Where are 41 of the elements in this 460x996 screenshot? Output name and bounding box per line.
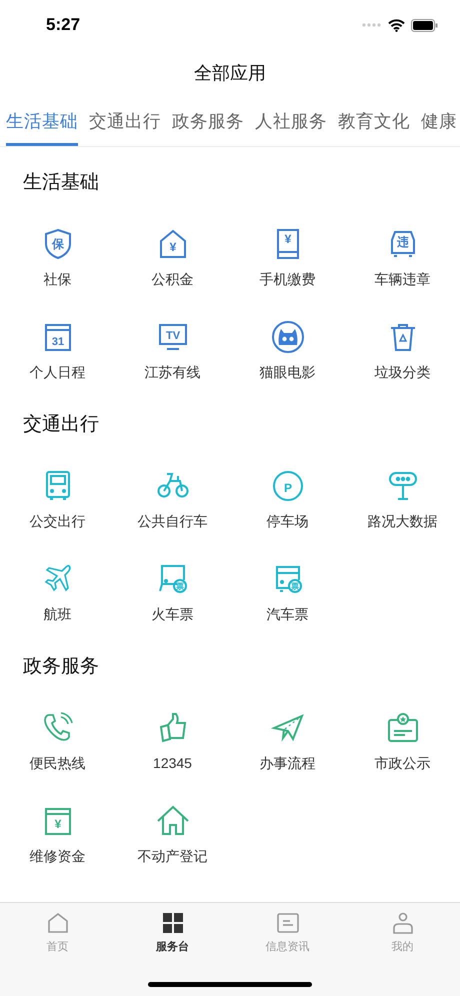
app-shortcut[interactable]: 违 车辆违章	[345, 207, 460, 300]
grid-icon	[160, 911, 184, 935]
section-heading: 交通出行	[23, 413, 99, 437]
app-shortcut[interactable]: 票 汽车票	[230, 542, 345, 635]
app-shortcut[interactable]: 猫眼电影	[230, 300, 345, 393]
app-shortcut[interactable]: 航班	[0, 542, 115, 635]
app-shortcut[interactable]: 垃圾分类	[345, 300, 460, 393]
document-icon	[276, 911, 300, 935]
section-heading: 政务服务	[23, 655, 99, 679]
app-shortcut[interactable]: 12345	[115, 691, 230, 784]
category-tab[interactable]: 生活基础	[6, 96, 78, 146]
app-shortcut[interactable]: 市政公示	[345, 691, 460, 784]
app-shortcut[interactable]: 办事流程	[230, 691, 345, 784]
app-shortcut[interactable]: 公交出行	[0, 449, 115, 542]
app-shortcut[interactable]: ¥ 公积金	[115, 207, 230, 300]
category-tab[interactable]: 政务服务	[172, 96, 244, 146]
app-shortcut[interactable]: 票 火车票	[115, 542, 230, 635]
app-shortcut[interactable]: 便民热线	[0, 691, 115, 784]
status-time: 5:27	[46, 15, 80, 35]
app-shortcut[interactable]: ¥ 手机缴费	[230, 207, 345, 300]
category-tab[interactable]: 健康	[421, 96, 457, 146]
category-tab[interactable]: 人社服务	[255, 96, 327, 146]
category-tab[interactable]: 教育文化	[338, 96, 410, 146]
nav-tab[interactable]: 服务台	[115, 903, 230, 963]
app-shortcut[interactable]: ¥ 维修资金	[0, 784, 115, 877]
app-shortcut[interactable]: 保 社保	[0, 207, 115, 300]
page-title: 全部应用	[194, 62, 266, 85]
home-icon	[46, 911, 70, 935]
category-tab[interactable]: 交通出行	[89, 96, 161, 146]
app-shortcut[interactable]: 公共自行车	[115, 449, 230, 542]
app-shortcut[interactable]: P 停车场	[230, 449, 345, 542]
signal-icon	[362, 23, 382, 27]
battery-icon	[411, 18, 438, 32]
app-shortcut[interactable]: 路况大数据	[345, 449, 460, 542]
app-shortcut[interactable]: 不动产登记	[115, 784, 230, 877]
app-shortcut[interactable]: 31 个人日程	[0, 300, 115, 393]
section-heading: 生活基础	[23, 171, 99, 195]
app-shortcut[interactable]: TV 江苏有线	[115, 300, 230, 393]
wifi-icon	[388, 18, 405, 32]
person-icon	[390, 911, 414, 935]
parking-icon: P	[270, 469, 304, 503]
